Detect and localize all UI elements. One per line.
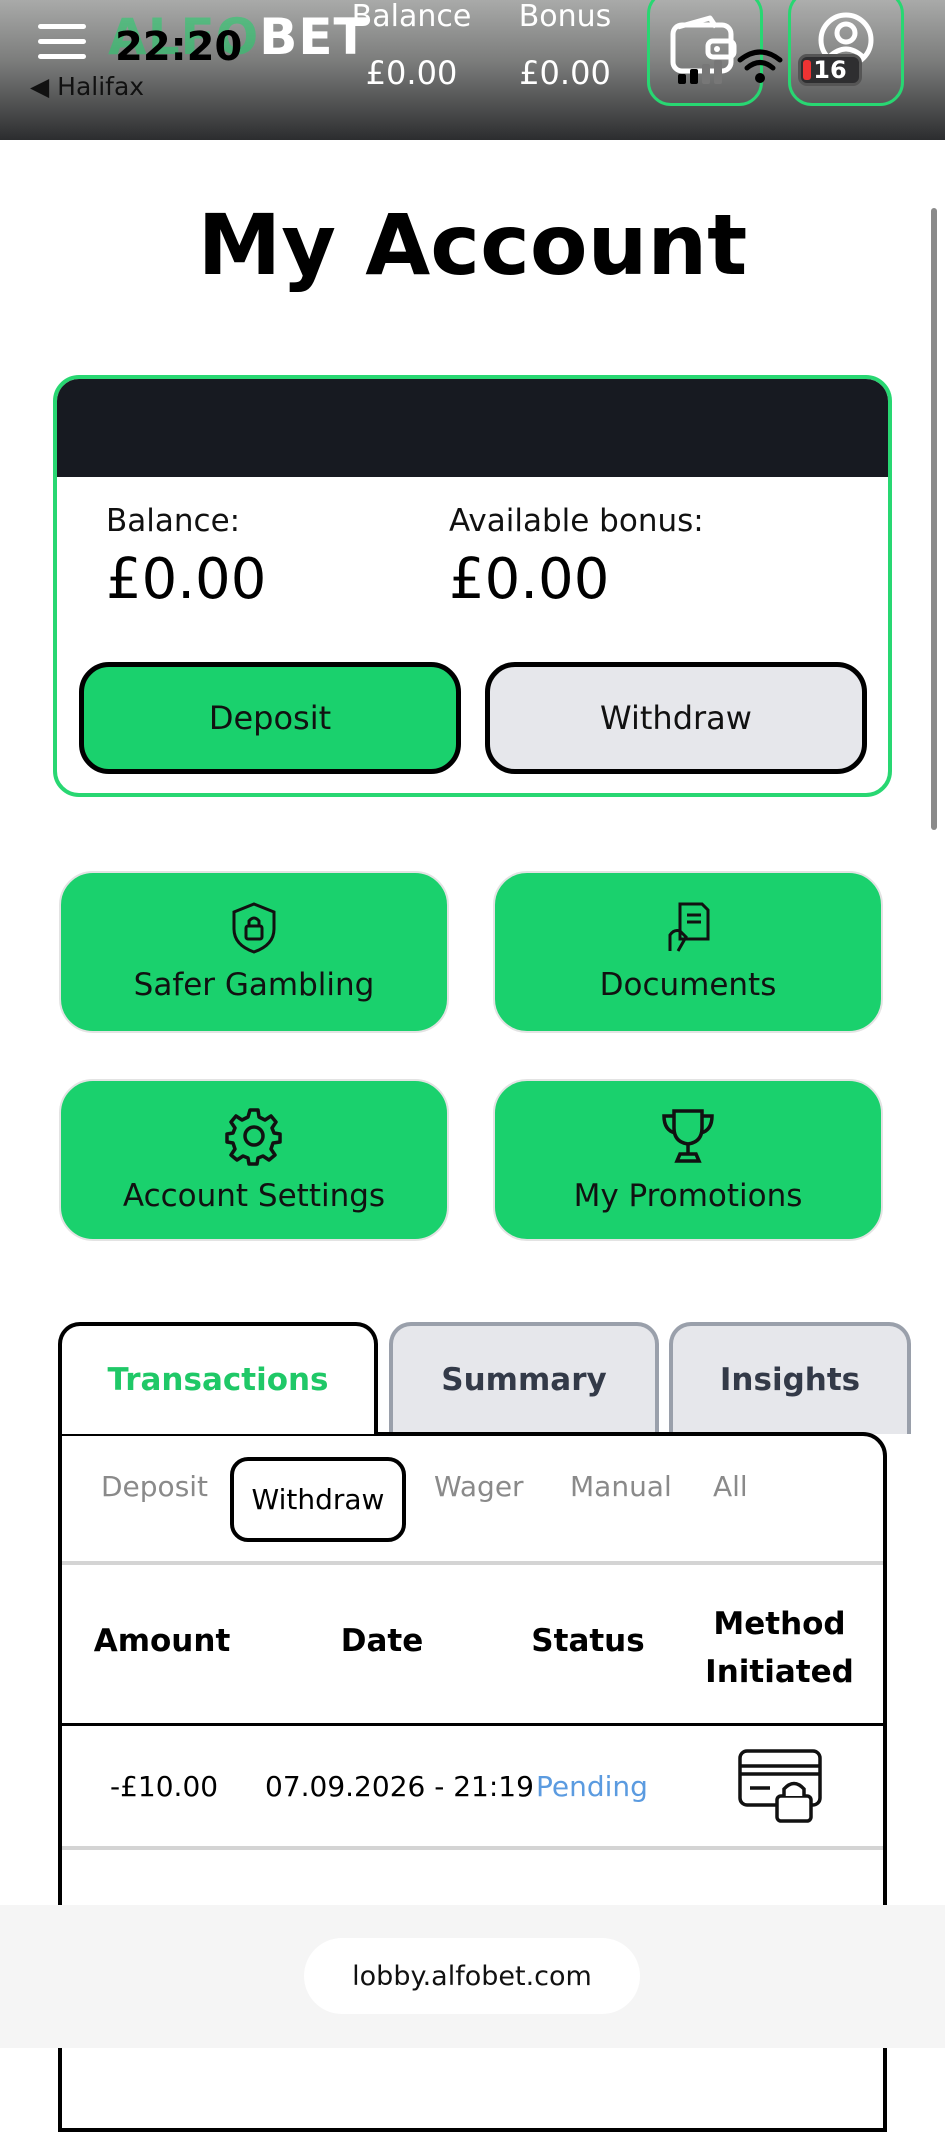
row-status: Pending	[536, 1770, 648, 1803]
tab-transactions[interactable]: Transactions	[58, 1322, 378, 1434]
back-to-app-link[interactable]: ◀ Halifax	[30, 72, 144, 101]
available-bonus-label: Available bonus:	[449, 503, 704, 539]
balance-value: £0.00	[106, 547, 267, 612]
row-divider	[62, 1846, 883, 1850]
withdraw-button[interactable]: Withdraw	[485, 662, 867, 774]
safer-gambling-tile[interactable]: Safer Gambling	[59, 871, 449, 1033]
trophy-icon	[662, 1109, 714, 1163]
account-settings-tile[interactable]: Account Settings	[59, 1079, 449, 1241]
subtab-wager[interactable]: Wager	[434, 1470, 524, 1503]
account-settings-label: Account Settings	[122, 1178, 386, 1214]
card-lock-icon	[738, 1749, 822, 1823]
cellular-signal-icon	[678, 60, 722, 84]
subtab-deposit[interactable]: Deposit	[101, 1470, 208, 1503]
column-header-method-line2: Initiated	[705, 1654, 854, 1690]
page-scrollbar[interactable]	[931, 208, 937, 830]
balance-card: Balance: £0.00 Available bonus: £0.00 De…	[53, 375, 892, 797]
divider	[62, 1561, 883, 1565]
status-time: 22:20	[115, 24, 243, 70]
row-amount: -£10.00	[110, 1770, 219, 1803]
tab-summary[interactable]: Summary	[389, 1322, 659, 1434]
deposit-button[interactable]: Deposit	[79, 662, 461, 774]
row-date: 07.09.2026 - 21:19	[265, 1770, 534, 1803]
subtab-manual[interactable]: Manual	[570, 1470, 672, 1503]
page-title: My Account	[197, 196, 748, 294]
my-promotions-tile[interactable]: My Promotions	[493, 1079, 883, 1241]
browser-url-bar[interactable]: lobby.alfobet.com	[304, 1938, 640, 2014]
gear-icon	[225, 1108, 282, 1166]
documents-label: Documents	[599, 967, 777, 1003]
column-header-method-initiated: Method Initiated	[697, 1600, 862, 1696]
subtab-all[interactable]: All	[713, 1470, 748, 1503]
header-bonus-label: Bonus	[518, 0, 612, 34]
column-header-status: Status	[531, 1623, 645, 1659]
shield-lock-icon	[232, 902, 276, 954]
header-balance: Balance £0.00	[344, 0, 479, 92]
wifi-icon	[737, 49, 783, 83]
header-balance-label: Balance	[351, 0, 472, 34]
safer-gambling-label: Safer Gambling	[133, 967, 375, 1003]
account-button[interactable]	[788, 0, 904, 106]
column-header-date: Date	[340, 1623, 424, 1659]
header-bonus: Bonus £0.00	[500, 0, 630, 92]
header-balance-value: £0.00	[365, 54, 458, 92]
header-bonus-value: £0.00	[519, 54, 611, 92]
top-header: ALFOBET 22:20 ◀ Halifax Balance £0.00 Bo…	[0, 0, 945, 140]
subtab-withdraw[interactable]: Withdraw	[230, 1457, 406, 1542]
column-header-amount: Amount	[93, 1623, 231, 1659]
available-bonus-value: £0.00	[449, 547, 610, 612]
my-promotions-label: My Promotions	[573, 1178, 803, 1214]
table-header-divider	[62, 1723, 883, 1726]
documents-tile[interactable]: Documents	[493, 871, 883, 1033]
card-header-band	[57, 379, 888, 477]
document-icon	[668, 902, 710, 952]
battery-indicator: 16	[798, 54, 862, 86]
balance-label: Balance:	[106, 503, 241, 539]
column-header-method-line1: Method	[713, 1606, 846, 1642]
tab-insights[interactable]: Insights	[669, 1322, 911, 1434]
menu-icon[interactable]	[38, 24, 86, 62]
